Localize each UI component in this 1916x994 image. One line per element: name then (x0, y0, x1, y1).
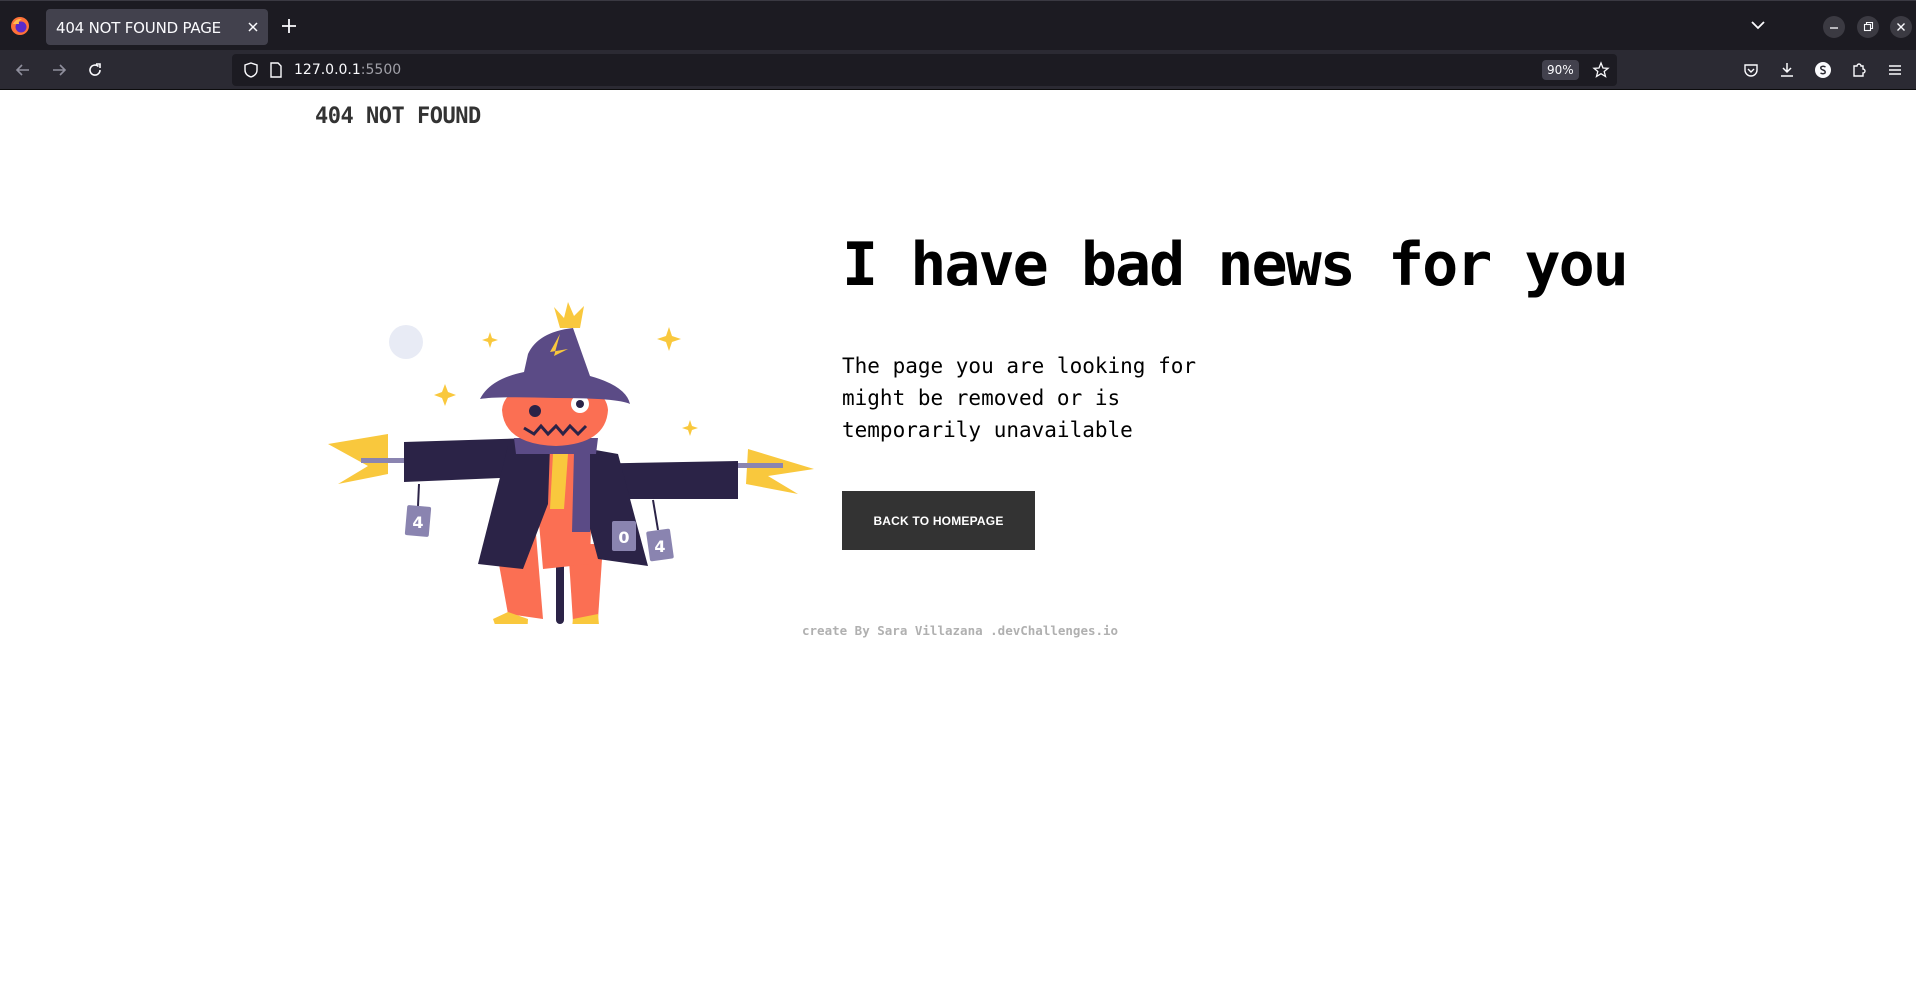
can-digit: 4 (412, 513, 423, 532)
left-eye (529, 405, 541, 417)
new-tab-icon[interactable] (280, 17, 298, 35)
footer-credit: create By Sara Villazana .devChallenges.… (802, 623, 1119, 638)
restore-icon (1863, 21, 1874, 32)
page-icon[interactable] (268, 61, 284, 79)
arm-stick (738, 463, 783, 468)
tab-active[interactable]: 404 NOT FOUND PAGE (46, 9, 268, 45)
pocket-icon[interactable] (1742, 61, 1760, 79)
can-string (417, 483, 420, 507)
close-tab-icon[interactable] (246, 20, 260, 34)
shield-icon[interactable] (242, 61, 260, 79)
reload-icon[interactable] (86, 61, 104, 79)
account-avatar-icon[interactable] (1814, 61, 1832, 79)
bookmark-star-icon[interactable] (1592, 61, 1610, 79)
minimize-button[interactable] (1823, 16, 1845, 38)
close-window-button[interactable] (1890, 16, 1912, 38)
error-message: The page you are looking for might be re… (842, 354, 1197, 442)
sparkle-shape (434, 384, 456, 406)
back-arrow-icon[interactable] (14, 61, 32, 79)
browser-nav-bar: 127.0.0.1:5500 90% (0, 50, 1916, 90)
can-digit: 4 (654, 537, 665, 556)
tab-title: 404 NOT FOUND PAGE (56, 19, 221, 37)
can-digit: 0 (618, 528, 629, 547)
hat (480, 328, 630, 404)
page-content: 404 NOT FOUND 4 0 4 I have bad news for … (0, 90, 1916, 994)
firefox-logo-icon (11, 17, 29, 35)
hat-straw (554, 302, 584, 328)
download-icon[interactable] (1778, 61, 1796, 79)
restore-button[interactable] (1857, 16, 1879, 38)
chevron-down-icon[interactable] (1750, 19, 1766, 31)
brand-logo-text[interactable]: 404 NOT FOUND (315, 104, 481, 129)
url-host: 127.0.0.1 (294, 62, 361, 78)
zoom-level-badge[interactable]: 90% (1542, 60, 1579, 80)
scarf-tail (572, 452, 590, 532)
forward-arrow-icon[interactable] (50, 61, 68, 79)
browser-tab-bar: 404 NOT FOUND PAGE (0, 0, 1916, 50)
arm-stick (361, 458, 405, 463)
url-text: 127.0.0.1:5500 (294, 62, 401, 78)
page-headline: I have bad news for you (842, 230, 1629, 300)
url-port: :5500 (360, 62, 402, 78)
sparkle-shape (482, 332, 498, 348)
url-bar[interactable]: 127.0.0.1:5500 90% (232, 54, 1617, 86)
right-pupil (576, 400, 584, 408)
can-string (652, 499, 659, 531)
minimize-icon (1830, 27, 1838, 29)
back-to-homepage-button[interactable]: BACK TO HOMEPAGE (842, 491, 1035, 550)
sparkle-shape (682, 420, 698, 436)
moon-shape (389, 325, 423, 359)
sparkle-shape (657, 327, 681, 351)
scarecrow-illustration: 4 0 4 (328, 302, 814, 624)
right-hand-straw (746, 449, 814, 494)
hamburger-menu-icon[interactable] (1886, 61, 1904, 79)
close-icon (1897, 23, 1905, 31)
extensions-icon[interactable] (1850, 61, 1868, 79)
